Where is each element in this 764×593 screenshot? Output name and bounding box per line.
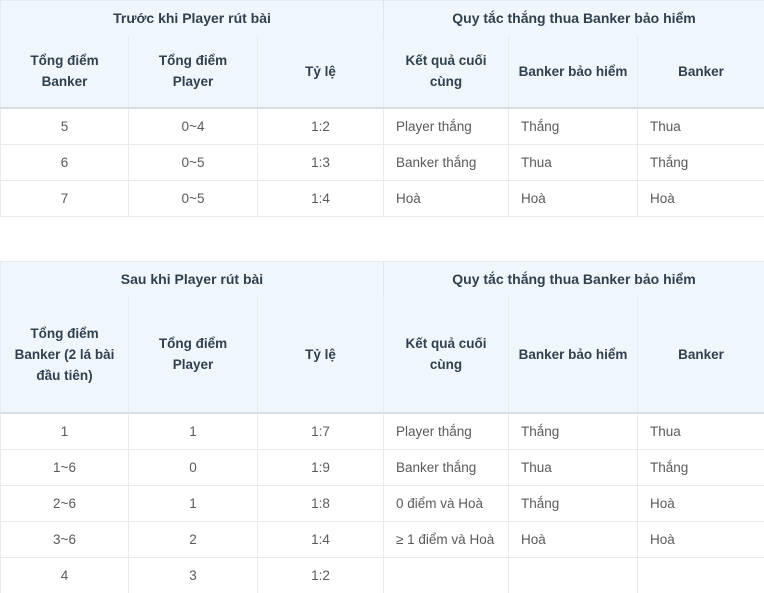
cell-banker-insurance: Thắng	[509, 486, 638, 522]
column-header-final-result: Kết quả cuối cùng	[384, 296, 509, 413]
cell-final-result: ≥ 1 điểm và Hoà	[384, 522, 509, 558]
cell-banker-total: 1	[1, 413, 129, 450]
cell-ratio: 1:4	[258, 522, 384, 558]
cell-player-total: 2	[129, 522, 258, 558]
group-header-right: Quy tắc thắng thua Banker bảo hiểm	[384, 262, 764, 297]
column-header-banker-insurance: Banker bảo hiểm	[509, 35, 638, 108]
table-header: Trước khi Player rút bài Quy tắc thắng t…	[1, 1, 764, 109]
column-header-player-total: Tổng điểm Player	[129, 35, 258, 108]
group-header-right: Quy tắc thắng thua Banker bảo hiểm	[384, 1, 764, 36]
cell-banker: Thắng	[638, 450, 764, 486]
cell-banker-total: 3~6	[1, 522, 129, 558]
cell-banker-insurance: Thắng	[509, 413, 638, 450]
table-after-player-draws: Sau khi Player rút bài Quy tắc thắng thu…	[0, 261, 764, 593]
column-header-player-total: Tổng điểm Player	[129, 296, 258, 413]
cell-player-total: 0~5	[129, 145, 258, 181]
cell-final-result	[384, 558, 509, 593]
group-header-row: Sau khi Player rút bài Quy tắc thắng thu…	[1, 262, 764, 297]
cell-banker-insurance: Thắng	[509, 108, 638, 145]
rules-tables-page: Trước khi Player rút bài Quy tắc thắng t…	[0, 0, 764, 593]
cell-ratio: 1:3	[258, 145, 384, 181]
column-header-final-result: Kết quả cuối cùng	[384, 35, 509, 108]
cell-ratio: 1:2	[258, 108, 384, 145]
table-body: 5 0~4 1:2 Player thắng Thắng Thua 6 0~5 …	[1, 108, 764, 217]
table-body: 1 1 1:7 Player thắng Thắng Thua 1~6 0 1:…	[1, 413, 764, 593]
cell-player-total: 3	[129, 558, 258, 593]
cell-banker-total: 6	[1, 145, 129, 181]
cell-banker: Hoà	[638, 181, 764, 217]
cell-player-total: 0~4	[129, 108, 258, 145]
table-row: 3~6 2 1:4 ≥ 1 điểm và Hoà Hoà Hoà	[1, 522, 764, 558]
column-header-banker-total: Tổng điểm Banker (2 lá bài đầu tiên)	[1, 296, 129, 413]
cell-banker	[638, 558, 764, 593]
cell-player-total: 1	[129, 413, 258, 450]
group-header-row: Trước khi Player rút bài Quy tắc thắng t…	[1, 1, 764, 36]
column-header-ratio: Tỷ lệ	[258, 35, 384, 108]
cell-ratio: 1:9	[258, 450, 384, 486]
cell-banker-insurance: Hoà	[509, 181, 638, 217]
cell-player-total: 0~5	[129, 181, 258, 217]
table-row: 2~6 1 1:8 0 điểm và Hoà Thắng Hoà	[1, 486, 764, 522]
cell-banker: Thua	[638, 413, 764, 450]
cell-player-total: 1	[129, 486, 258, 522]
table-separator	[0, 217, 764, 261]
cell-banker: Hoà	[638, 522, 764, 558]
table-before-player-draws: Trước khi Player rút bài Quy tắc thắng t…	[0, 0, 764, 217]
cell-banker-total: 2~6	[1, 486, 129, 522]
cell-banker-insurance: Hoà	[509, 522, 638, 558]
cell-final-result: Player thắng	[384, 108, 509, 145]
cell-final-result: Player thắng	[384, 413, 509, 450]
column-header-banker: Banker	[638, 296, 764, 413]
table-row: 6 0~5 1:3 Banker thắng Thua Thắng	[1, 145, 764, 181]
cell-banker: Thua	[638, 108, 764, 145]
table-row: 7 0~5 1:4 Hoà Hoà Hoà	[1, 181, 764, 217]
table-row: 1~6 0 1:9 Banker thắng Thua Thắng	[1, 450, 764, 486]
cell-banker-insurance	[509, 558, 638, 593]
group-header-left: Trước khi Player rút bài	[1, 1, 384, 36]
table-row: 4 3 1:2	[1, 558, 764, 593]
group-header-left: Sau khi Player rút bài	[1, 262, 384, 297]
column-header-banker-total: Tổng điểm Banker	[1, 35, 129, 108]
cell-banker-total: 5	[1, 108, 129, 145]
cell-ratio: 1:7	[258, 413, 384, 450]
cell-banker-total: 4	[1, 558, 129, 593]
cell-banker: Thắng	[638, 145, 764, 181]
cell-banker-insurance: Thua	[509, 450, 638, 486]
cell-final-result: 0 điểm và Hoà	[384, 486, 509, 522]
column-header-ratio: Tỷ lệ	[258, 296, 384, 413]
cell-ratio: 1:2	[258, 558, 384, 593]
cell-banker: Hoà	[638, 486, 764, 522]
column-header-row: Tổng điểm Banker (2 lá bài đầu tiên) Tổn…	[1, 296, 764, 413]
column-header-banker-insurance: Banker bảo hiểm	[509, 296, 638, 413]
cell-banker-insurance: Thua	[509, 145, 638, 181]
cell-final-result: Banker thắng	[384, 145, 509, 181]
table-row: 1 1 1:7 Player thắng Thắng Thua	[1, 413, 764, 450]
column-header-row: Tổng điểm Banker Tổng điểm Player Tỷ lệ …	[1, 35, 764, 108]
cell-ratio: 1:8	[258, 486, 384, 522]
column-header-banker: Banker	[638, 35, 764, 108]
cell-final-result: Hoà	[384, 181, 509, 217]
cell-final-result: Banker thắng	[384, 450, 509, 486]
cell-player-total: 0	[129, 450, 258, 486]
cell-banker-total: 1~6	[1, 450, 129, 486]
table-header: Sau khi Player rút bài Quy tắc thắng thu…	[1, 262, 764, 414]
table-row: 5 0~4 1:2 Player thắng Thắng Thua	[1, 108, 764, 145]
cell-banker-total: 7	[1, 181, 129, 217]
cell-ratio: 1:4	[258, 181, 384, 217]
